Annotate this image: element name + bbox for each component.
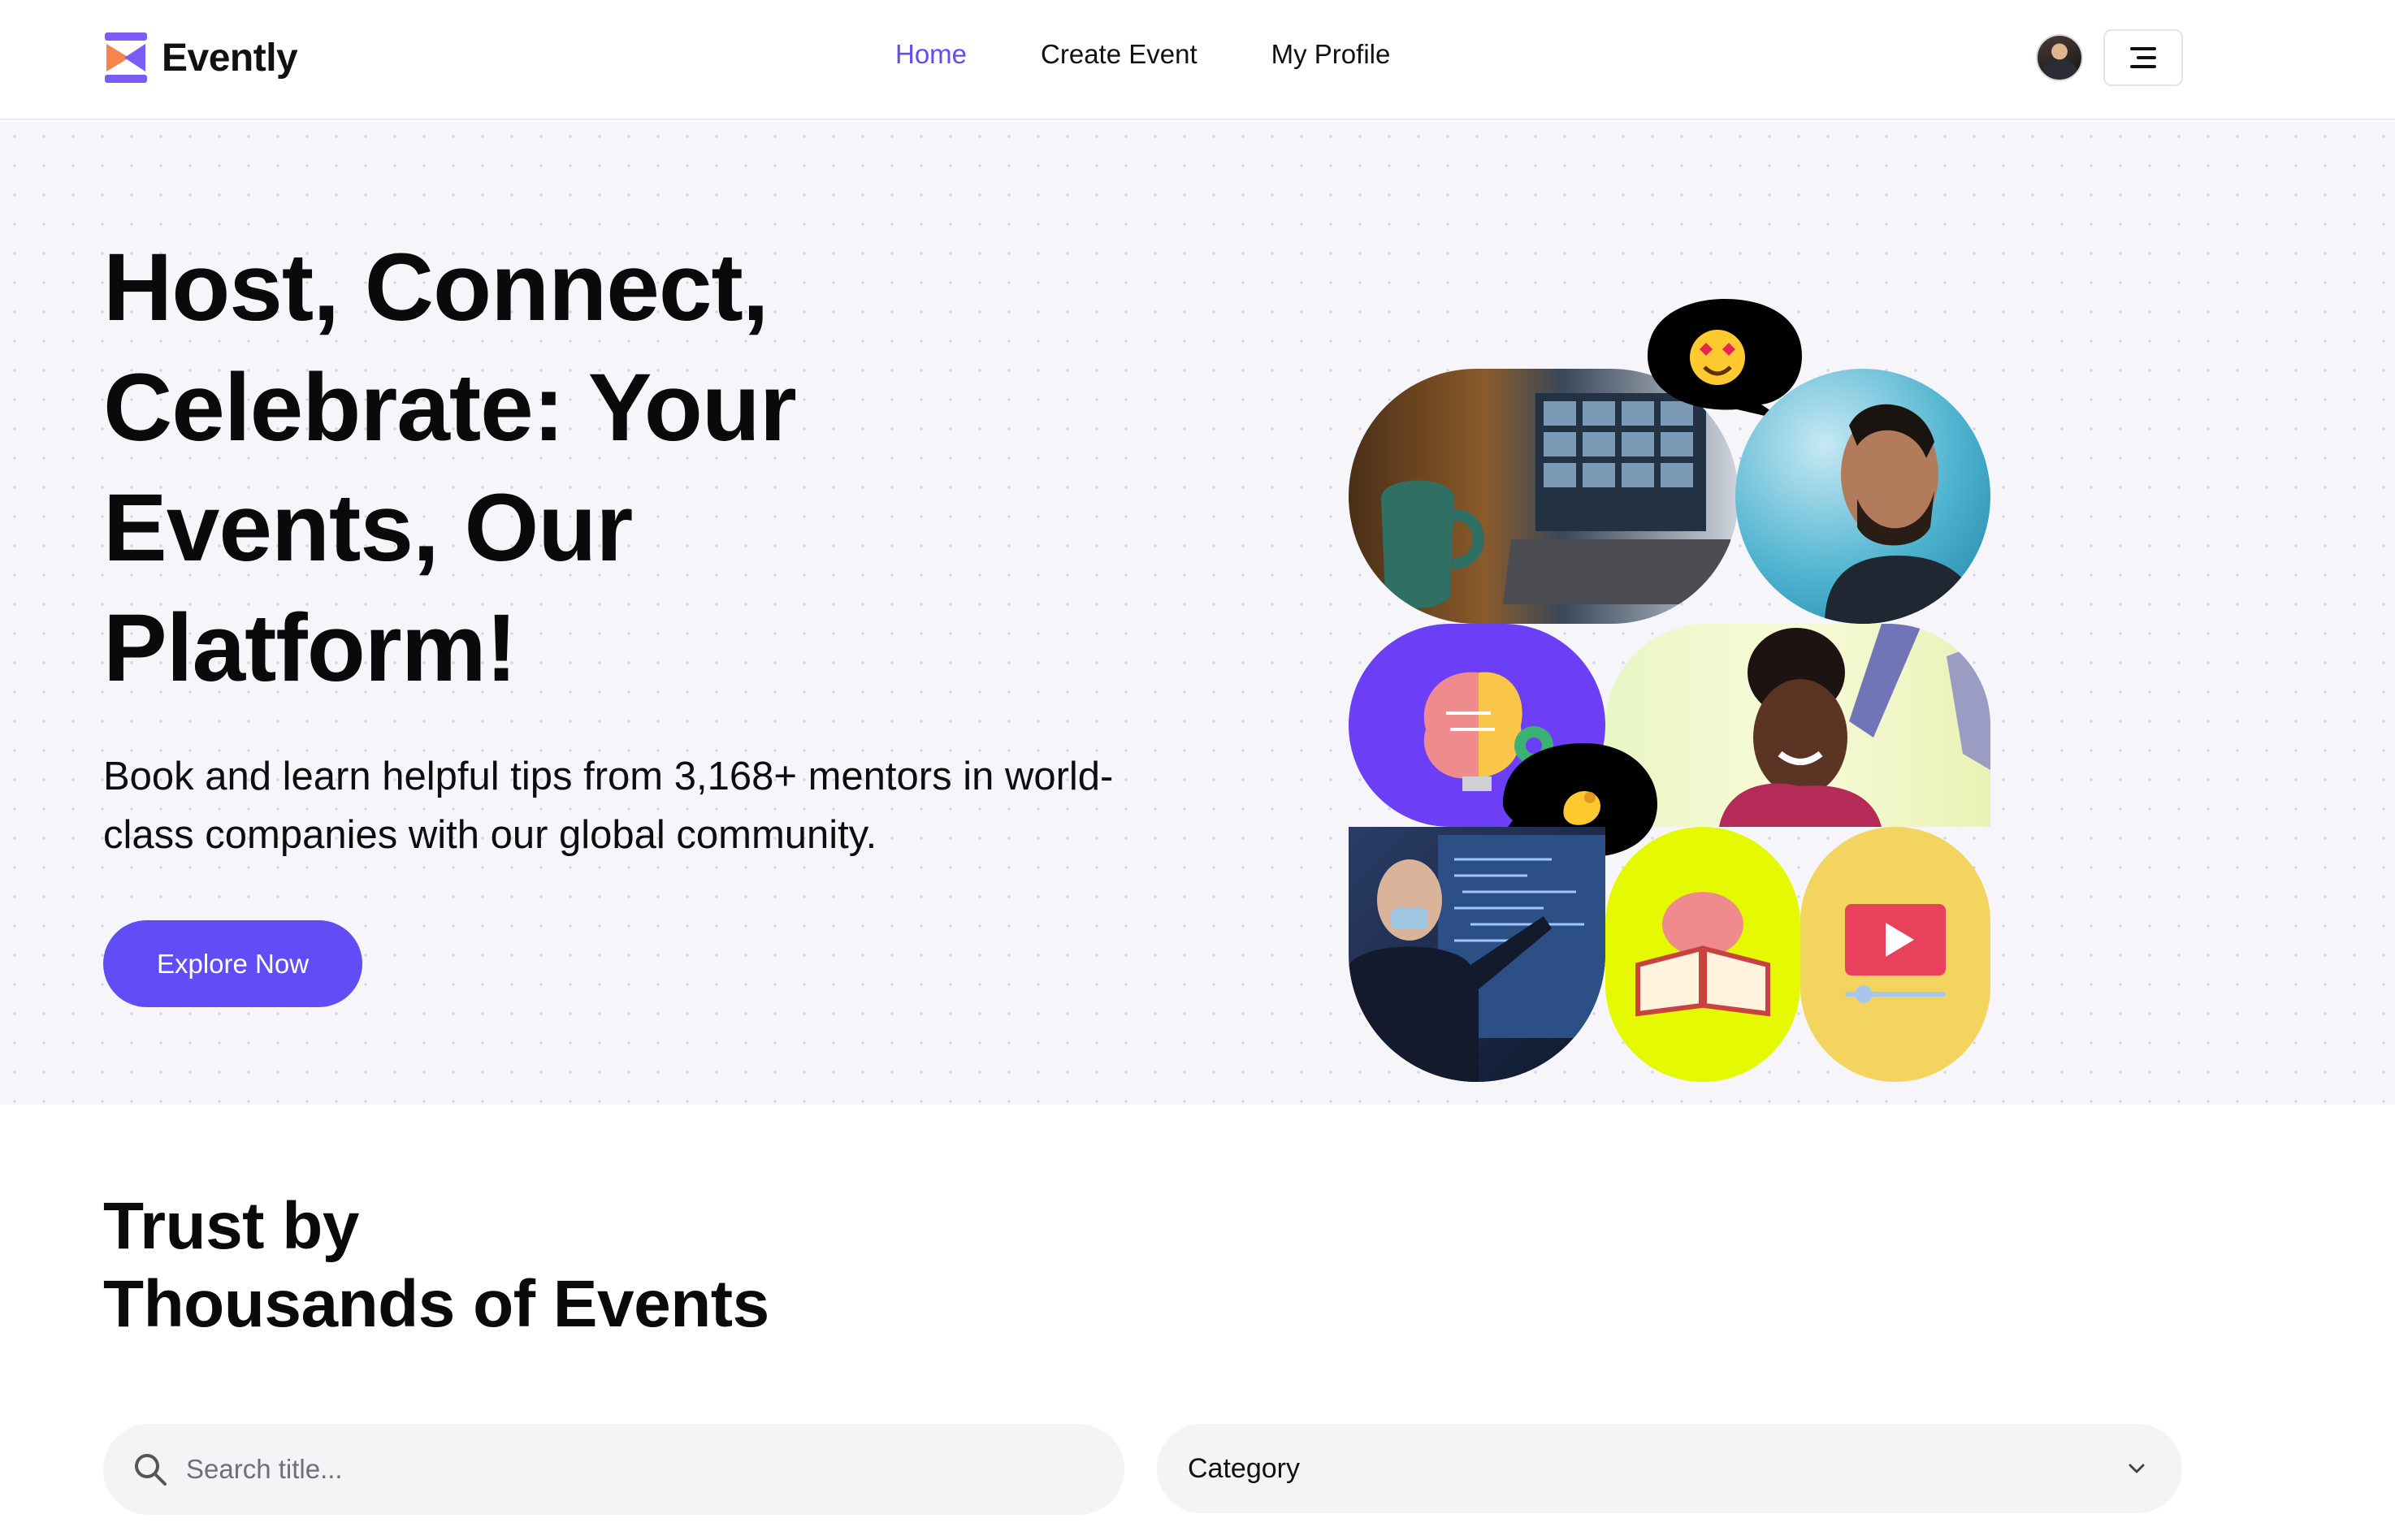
explore-now-button[interactable]: Explore Now [103, 920, 362, 1007]
menu-button[interactable] [2103, 29, 2183, 86]
smiling-woman-photo [1605, 624, 1990, 827]
category-label: Category [1188, 1452, 1300, 1484]
video-play-icon [1845, 904, 1946, 1003]
hero-title: Host, Connect, Celebrate: Your Events, O… [103, 234, 797, 702]
laughing-man-photo [1735, 369, 1990, 624]
section-title-line-2: Thousands of Events [103, 1267, 769, 1341]
search-icon [135, 1454, 167, 1486]
nav-home[interactable]: Home [895, 39, 967, 70]
brand-logo[interactable]: Evently [103, 32, 298, 83]
evently-logo-icon [105, 32, 147, 83]
hamburger-menu-icon [2130, 47, 2156, 68]
video-play-tile [1800, 827, 1990, 1082]
section-title-line-1: Trust by [103, 1189, 359, 1263]
nav-my-profile[interactable]: My Profile [1271, 39, 1391, 70]
search-input[interactable] [186, 1454, 998, 1485]
hero-illustration [1340, 203, 2023, 1082]
hero-subtitle: Book and learn helpful tips from 3,168+ … [103, 755, 1114, 857]
user-avatar[interactable] [2036, 34, 2083, 81]
section-title: Trust by Thousands of Events [103, 1187, 1078, 1343]
main-nav: Home Create Event My Profile [895, 39, 1464, 70]
chevron-down-icon [2129, 1464, 2145, 1473]
search-bar[interactable] [103, 1424, 1124, 1515]
presenter-photo [1349, 827, 1605, 1082]
category-select[interactable]: Category [1157, 1424, 2182, 1513]
brand-name: Evently [162, 36, 298, 80]
top-navbar: Evently Home Create Event My Profile [0, 0, 2395, 120]
book-brain-icon [1635, 892, 1770, 1017]
hero-section: Host, Connect, Celebrate: Your Events, O… [0, 122, 2395, 1105]
book-brain-tile [1605, 827, 1800, 1082]
nav-create-event[interactable]: Create Event [1041, 39, 1198, 70]
